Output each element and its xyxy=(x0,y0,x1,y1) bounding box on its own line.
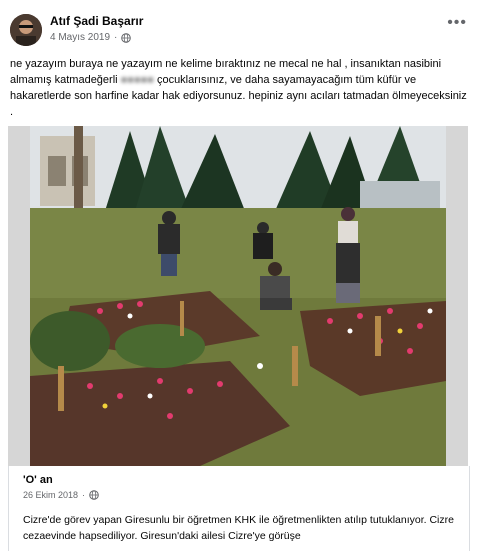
shared-post-text: Cizre'de görev yapan Giresunlu bir öğret… xyxy=(23,514,454,542)
post-meta: 4 Mayıs 2019 · xyxy=(50,32,132,43)
globe-icon xyxy=(121,32,132,43)
avatar[interactable] xyxy=(10,14,42,46)
more-options-icon[interactable]: ••• xyxy=(447,15,467,31)
post-author[interactable]: Atıf Şadi Başarır xyxy=(50,14,143,28)
shared-post-meta: 26 Ekim 2018 · xyxy=(23,490,99,500)
post-photo[interactable] xyxy=(30,126,446,466)
person-4 xyxy=(336,207,360,303)
shared-post-author[interactable]: 'O' an xyxy=(23,474,53,486)
post-photo-frame[interactable] xyxy=(8,126,468,466)
post-text: ne yazayım buraya ne yazayım ne kelime b… xyxy=(10,56,470,120)
shared-post-date[interactable]: 26 Ekim 2018 xyxy=(23,490,78,500)
post-date[interactable]: 4 Mayıs 2019 xyxy=(50,32,110,43)
facebook-post: Atıf Şadi Başarır 4 Mayıs 2019 · ••• ne … xyxy=(0,0,485,551)
shared-post[interactable]: 'O' an 26 Ekim 2018 · Cizre'de görev yap… xyxy=(8,466,470,551)
blurred-word: ●●●●● xyxy=(120,74,154,86)
globe-icon xyxy=(89,490,99,500)
